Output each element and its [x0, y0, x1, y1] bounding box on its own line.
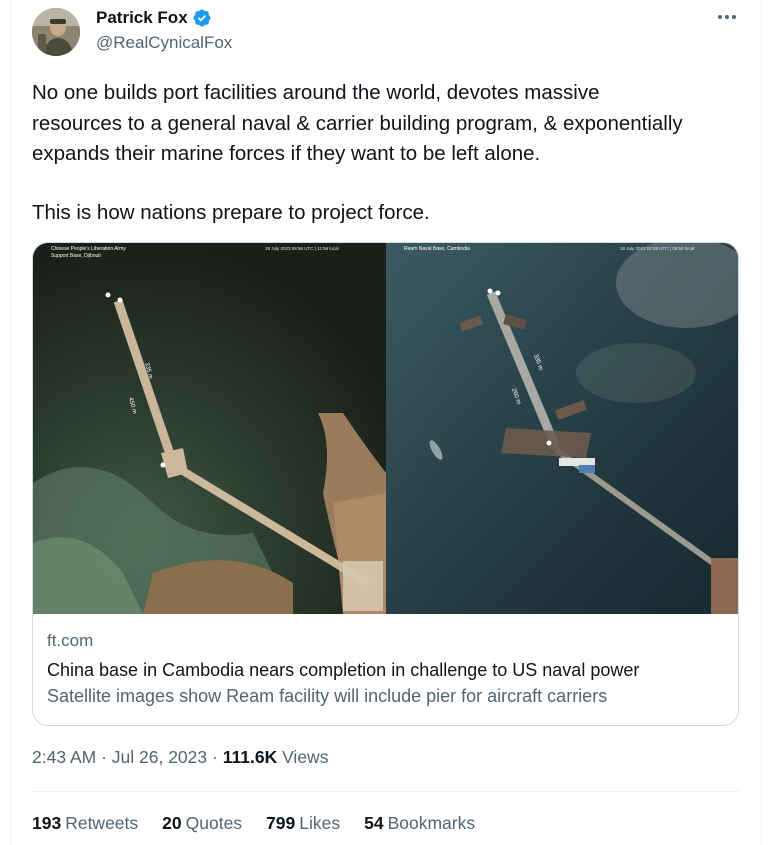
avatar[interactable] — [32, 8, 80, 56]
quotes-stat[interactable]: 20 Quotes — [162, 813, 242, 834]
card-text: ft.com China base in Cambodia nears comp… — [47, 629, 726, 709]
tweet-time[interactable]: 2:43 AM — [32, 747, 96, 767]
tweet-meta: 2:43 AM · Jul 26, 2023 · 111.6K Views — [32, 747, 328, 768]
timeline-border-right — [761, 0, 762, 845]
card-image[interactable]: 335 m 450 m Chinese People's Liberation … — [33, 243, 738, 614]
tweet-paragraph: No one builds port facilities around the… — [32, 81, 683, 165]
views-count: 111.6K — [222, 747, 278, 767]
card-domain: ft.com — [47, 631, 94, 650]
views-label: Views — [282, 747, 329, 767]
retweets-stat[interactable]: 193 Retweets — [32, 813, 138, 834]
meta-separator: · — [96, 747, 112, 767]
image-caption: Chinese People's Liberation Army — [51, 246, 126, 252]
image-timestamp: 18 July 2023 08:56 UTC | 11:56 local — [265, 246, 339, 251]
timeline-border-left — [10, 0, 11, 845]
image-caption: Ream Naval Base, Cambodia — [404, 246, 470, 252]
card-description: Satellite images show Ream facility will… — [47, 686, 608, 706]
author-block: Patrick Fox @RealCynicalFox — [96, 8, 232, 53]
tweet-date[interactable]: Jul 26, 2023 — [112, 747, 207, 767]
bookmarks-stat[interactable]: 54 Bookmarks — [364, 813, 475, 834]
image-caption: Support Base, Djibouti — [51, 253, 101, 259]
satellite-image-djibouti: 335 m 450 m Chinese People's Liberation … — [33, 243, 386, 614]
likes-stat[interactable]: 799 Likes — [266, 813, 340, 834]
engagement-stats: 193 Retweets 20 Quotes 799 Likes 54 Bookmark… — [32, 813, 475, 834]
divider — [32, 791, 740, 792]
card-title: China base in Cambodia nears completion … — [47, 660, 640, 680]
tweet-paragraph: This is how nations prepare to project f… — [32, 200, 430, 224]
satellite-image-ream: 335 m 260 m Ream Naval Base, Cambodia 18… — [386, 243, 738, 614]
tweet-text: No one builds port facilities around the… — [32, 78, 744, 228]
more-horizontal-icon[interactable] — [716, 6, 738, 28]
author-handle[interactable]: @RealCynicalFox — [96, 33, 232, 53]
link-card[interactable]: 335 m 450 m Chinese People's Liberation … — [32, 242, 739, 726]
verified-badge-icon — [193, 9, 211, 27]
image-timestamp: 18 July 2023 02:58 UTC | 09:58 local — [620, 246, 694, 251]
author-name[interactable]: Patrick Fox — [96, 8, 188, 28]
tweet: Patrick Fox @RealCynicalFox No one build… — [0, 0, 776, 845]
meta-separator: · — [207, 747, 223, 767]
